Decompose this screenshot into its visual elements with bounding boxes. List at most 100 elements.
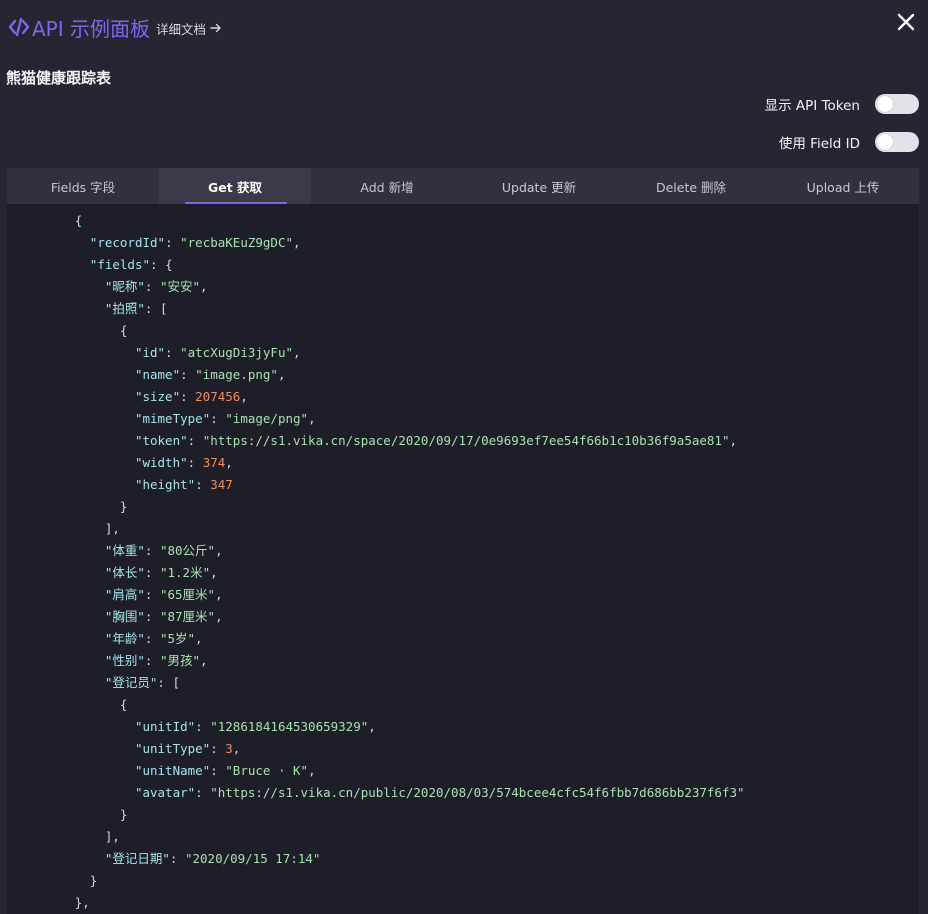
- code-line: "unitType": 3,: [7, 738, 919, 760]
- json-punct: :: [195, 477, 211, 492]
- code-line: "拍照": [: [7, 298, 919, 320]
- tab-delete[interactable]: Delete 删除: [615, 168, 767, 204]
- json-number: 374: [202, 455, 226, 470]
- json-punct: ,: [215, 587, 223, 602]
- json-punct: }: [89, 873, 98, 888]
- tab-upload[interactable]: Upload 上传: [767, 168, 919, 204]
- json-punct: : {: [150, 257, 173, 272]
- json-punct: {: [119, 697, 128, 712]
- code-viewer[interactable]: { "recordId": "recbaKEuZ9gDC", "fields":…: [7, 204, 919, 914]
- json-key: "id": [134, 345, 166, 360]
- code-line: }: [7, 496, 919, 518]
- tab-update[interactable]: Update 更新: [463, 168, 615, 204]
- toggle-row-field-id: 使用 Field ID: [779, 131, 919, 153]
- json-key: "登记员": [104, 675, 158, 690]
- json-number: 207456: [195, 389, 241, 404]
- json-string: "atcXugDi3jyFu": [180, 345, 293, 360]
- doc-link[interactable]: 详细文档: [156, 19, 222, 38]
- json-number: 3: [225, 741, 233, 756]
- json-string: "5岁": [159, 631, 196, 646]
- code-line: "mimeType": "image/png",: [7, 408, 919, 430]
- code-line: "体重": "80公斤",: [7, 540, 919, 562]
- code-line: "unitId": "1286184164530659329",: [7, 716, 919, 738]
- code-line: ],: [7, 826, 919, 848]
- json-punct: :: [144, 609, 160, 624]
- json-string: "87厘米": [159, 609, 216, 624]
- json-punct: ,: [308, 411, 316, 426]
- json-punct: ,: [210, 565, 218, 580]
- json-punct: ,: [215, 543, 223, 558]
- code-line: "height": 347: [7, 474, 919, 496]
- json-key: "unitId": [134, 719, 196, 734]
- code-line: "性别": "男孩",: [7, 650, 919, 672]
- code-line: "unitName": "Bruce · K",: [7, 760, 919, 782]
- json-punct: },: [74, 895, 90, 910]
- json-punct: :: [144, 279, 160, 294]
- json-punct: }: [119, 499, 128, 514]
- code-line: "肩高": "65厘米",: [7, 584, 919, 606]
- json-punct: :: [195, 785, 211, 800]
- field-id-switch[interactable]: [875, 132, 919, 152]
- json-key: "recordId": [89, 235, 166, 250]
- code-line: {: [7, 694, 919, 716]
- show-token-label: 显示 API Token: [764, 98, 860, 114]
- json-punct: :: [144, 587, 160, 602]
- tab-add[interactable]: Add 新增: [311, 168, 463, 204]
- json-punct: }: [119, 807, 128, 822]
- json-string: "https://s1.vika.cn/public/2020/08/03/57…: [210, 785, 745, 800]
- json-key: "name": [134, 367, 181, 382]
- close-icon[interactable]: [896, 12, 916, 32]
- datasheet-title: 熊猫健康跟踪表: [6, 69, 112, 87]
- json-key: "性别": [104, 653, 145, 668]
- panel-title: API 示例面板: [32, 16, 150, 41]
- json-punct: :: [187, 455, 203, 470]
- tab-get[interactable]: Get 获取: [159, 168, 311, 204]
- json-punct: {: [74, 213, 83, 228]
- json-string: "1.2米": [159, 565, 211, 580]
- json-punct: ,: [293, 345, 301, 360]
- switch-knob: [877, 134, 893, 150]
- code-line: {: [7, 210, 919, 232]
- json-punct: ,: [225, 455, 233, 470]
- json-key: "width": [134, 455, 188, 470]
- code-line: ],: [7, 518, 919, 540]
- code-line: "recordId": "recbaKEuZ9gDC",: [7, 232, 919, 254]
- code-line: "胸围": "87厘米",: [7, 606, 919, 628]
- json-punct: ,: [368, 719, 376, 734]
- json-string: "安安": [159, 279, 201, 294]
- code-line: {: [7, 320, 919, 342]
- json-string: "2020/09/15 17:14": [184, 851, 321, 866]
- json-key: "avatar": [134, 785, 196, 800]
- json-punct: : [: [144, 301, 168, 316]
- json-string: "1286184164530659329": [210, 719, 369, 734]
- json-string: "https://s1.vika.cn/space/2020/09/17/0e9…: [202, 433, 730, 448]
- code-line: "size": 207456,: [7, 386, 919, 408]
- json-punct: :: [169, 851, 185, 866]
- json-punct: ,: [200, 279, 208, 294]
- json-punct: ,: [293, 235, 301, 250]
- code-line: "avatar": "https://s1.vika.cn/public/202…: [7, 782, 919, 804]
- code-line: },: [7, 892, 919, 914]
- code-line: "昵称": "安安",: [7, 276, 919, 298]
- json-punct: ,: [232, 741, 241, 756]
- code-line: "登记日期": "2020/09/15 17:14": [7, 848, 919, 870]
- show-token-switch[interactable]: [875, 94, 919, 114]
- panel-header: API 示例面板 详细文档: [8, 12, 222, 42]
- tab-fields[interactable]: Fields 字段: [7, 168, 159, 204]
- code-line: }: [7, 804, 919, 826]
